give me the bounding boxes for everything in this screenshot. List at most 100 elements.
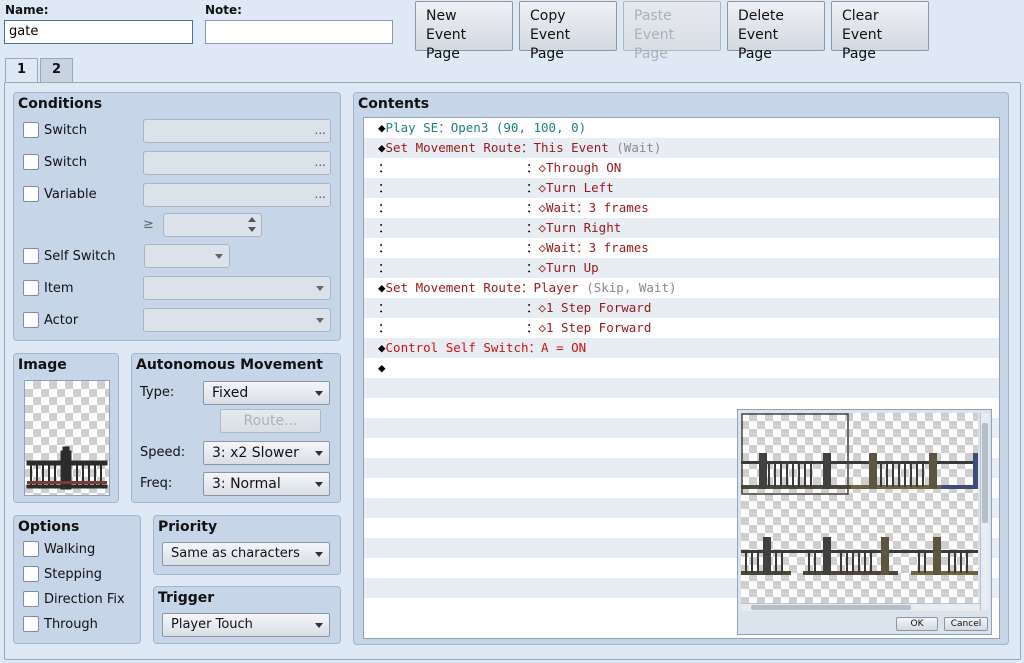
freq-value: 3: Normal [212, 476, 281, 492]
image-panel: Image [13, 353, 119, 503]
note-input[interactable] [205, 20, 393, 44]
options-title: Options [18, 519, 80, 535]
actor-select[interactable] [143, 308, 331, 332]
ok-button[interactable]: OK [896, 617, 938, 631]
command-text: ： ： [378, 220, 539, 235]
trigger-title: Trigger [158, 590, 215, 606]
command-text: ◇Wait：3 frames [538, 200, 649, 215]
selection-rectangle [741, 413, 849, 495]
command-text: ◆ [378, 340, 386, 355]
walking-label: Walking [44, 541, 96, 557]
sprite-sheet-view[interactable] [741, 413, 978, 610]
event-image-preview[interactable] [24, 380, 110, 496]
command-text: ： ： [378, 300, 539, 315]
command-text: Play SE：Open3 (90, 100, 0) [385, 120, 587, 135]
command-line[interactable]: ： ：◇Turn Left [364, 178, 999, 198]
command-text: Set Movement Route：Player [385, 280, 587, 295]
vertical-scrollbar-thumb[interactable] [982, 423, 988, 523]
command-text: ◆ [378, 280, 386, 295]
variable-value-spinner[interactable] [163, 213, 262, 237]
command-line[interactable]: ◆ [364, 358, 999, 378]
speed-value: 3: x2 Slower [212, 445, 299, 461]
trigger-select[interactable]: Player Touch [162, 613, 330, 637]
route-button[interactable]: Route... [220, 409, 321, 433]
command-line[interactable]: ： ：◇1 Step Forward [364, 298, 999, 318]
empty-command-line[interactable] [364, 378, 999, 398]
actor-checkbox[interactable] [23, 312, 39, 328]
trigger-panel: Trigger Player Touch [153, 586, 341, 644]
self-switch-label: Self Switch [44, 248, 116, 264]
spin-up-icon[interactable] [248, 217, 256, 222]
command-line[interactable]: ： ：◇Turn Right [364, 218, 999, 238]
paste-event-page-button[interactable]: Paste Event Page [623, 1, 721, 62]
priority-title: Priority [158, 519, 218, 535]
through-label: Through [44, 616, 98, 632]
direction-fix-checkbox[interactable] [23, 591, 39, 607]
switch2-checkbox[interactable] [23, 154, 39, 170]
chevron-down-icon [316, 286, 324, 291]
conditions-panel: Conditions Switch ... Switch ... Variabl… [13, 92, 341, 341]
command-line[interactable]: ： ：◇Through ON [364, 158, 999, 178]
self-switch-select[interactable] [144, 244, 230, 268]
delete-event-page-button[interactable]: Delete Event Page [727, 1, 825, 62]
command-line[interactable]: ： ：◇Wait：3 frames [364, 198, 999, 218]
horizontal-scrollbar[interactable] [741, 603, 980, 611]
note-label: Note: [205, 3, 242, 17]
command-text: ◇Turn Up [538, 260, 599, 275]
new-event-page-button[interactable]: New Event Page [415, 1, 513, 62]
gte-symbol: ≥ [143, 217, 154, 232]
switch1-select[interactable]: ... [143, 119, 331, 143]
vertical-scrollbar[interactable] [980, 413, 989, 610]
self-switch-checkbox[interactable] [23, 248, 39, 264]
image-title: Image [18, 357, 67, 373]
horizontal-scrollbar-thumb[interactable] [751, 605, 911, 610]
freq-select[interactable]: 3: Normal [203, 472, 330, 496]
gate-row-bottom [741, 537, 978, 575]
through-checkbox[interactable] [23, 616, 39, 632]
priority-select[interactable]: Same as characters [162, 542, 330, 566]
command-text: ◇Turn Right [538, 220, 622, 235]
command-line[interactable]: ： ：◇Turn Up [364, 258, 999, 278]
chevron-down-icon [315, 552, 323, 557]
command-line[interactable]: ◆Set Movement Route：Player (Skip, Wait) [364, 278, 999, 298]
clear-event-page-button[interactable]: Clear Event Page [831, 1, 929, 62]
item-select[interactable] [143, 276, 331, 300]
command-text: ◇Wait：3 frames [538, 240, 649, 255]
command-text: (Skip, Wait) [586, 280, 677, 295]
speed-select[interactable]: 3: x2 Slower [203, 441, 330, 465]
copy-event-page-button[interactable]: Copy Event Page [519, 1, 617, 62]
command-text: Control Self Switch：A = ON [385, 340, 587, 355]
switch1-checkbox[interactable] [23, 122, 39, 138]
name-input[interactable]: gate [4, 20, 193, 44]
command-text: ： ： [378, 240, 539, 255]
command-text: ◇1 Step Forward [538, 320, 652, 335]
variable-select[interactable]: ... [143, 183, 331, 207]
variable-ellipsis: ... [314, 187, 326, 201]
spin-down-icon[interactable] [248, 227, 256, 232]
switch2-select[interactable]: ... [143, 151, 331, 175]
autonomous-title: Autonomous Movement [136, 357, 323, 373]
tab-page-1[interactable]: 1 [5, 58, 38, 83]
graphic-selector-popup: OK Cancel [737, 409, 992, 635]
stepping-checkbox[interactable] [23, 566, 39, 582]
type-select[interactable]: Fixed [203, 381, 330, 405]
command-line[interactable]: ◆Control Self Switch：A = ON [364, 338, 999, 358]
trigger-value: Player Touch [171, 617, 253, 632]
walking-checkbox[interactable] [23, 541, 39, 557]
chevron-down-icon [215, 254, 223, 259]
chevron-down-icon [315, 482, 323, 487]
name-label: Name: [5, 3, 49, 17]
switch2-ellipsis: ... [314, 155, 326, 169]
command-line[interactable]: ◆Play SE：Open3 (90, 100, 0) [364, 118, 999, 138]
item-checkbox[interactable] [23, 280, 39, 296]
command-line[interactable]: ： ：◇1 Step Forward [364, 318, 999, 338]
variable-checkbox[interactable] [23, 186, 39, 202]
autonomous-movement-panel: Autonomous Movement Type: Fixed Route...… [131, 353, 341, 503]
cancel-button[interactable]: Cancel [944, 617, 988, 631]
command-text: ◆ [378, 120, 386, 135]
tab-page-2[interactable]: 2 [40, 58, 73, 82]
command-line[interactable]: ： ：◇Wait：3 frames [364, 238, 999, 258]
switch2-label: Switch [44, 154, 87, 170]
command-line[interactable]: ◆Set Movement Route：This Event (Wait) [364, 138, 999, 158]
direction-fix-label: Direction Fix [44, 591, 125, 607]
